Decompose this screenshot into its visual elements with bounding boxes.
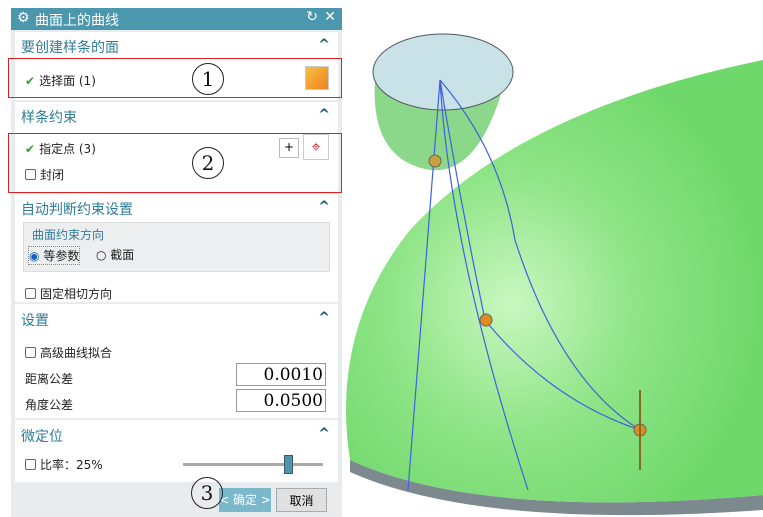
reset-icon[interactable]: ↻ xyxy=(306,9,318,25)
collapse-icon[interactable]: ^ xyxy=(318,107,330,123)
annotation-3: 3 xyxy=(191,477,223,509)
gear-icon[interactable]: ⚙ xyxy=(17,10,30,26)
section-title: 自动判断约束设置 xyxy=(21,202,133,218)
annotation-2: 2 xyxy=(192,147,224,179)
cancel-button[interactable]: 取消 xyxy=(276,488,327,512)
radio-section[interactable]: ○ 截面 xyxy=(96,246,134,263)
fix-tangent-checkbox[interactable]: 固定相切方向 xyxy=(25,285,112,302)
collapse-icon[interactable]: ^ xyxy=(318,37,330,53)
section-settings: 设置 ^ 高级曲线拟合 距离公差 0.0010 角度公差 0.0500 xyxy=(15,304,338,418)
collapse-icon[interactable]: ^ xyxy=(318,426,330,442)
group-title: 曲面约束方向 xyxy=(32,228,105,242)
highlight-box-1 xyxy=(8,58,342,98)
dialog-titlebar: ⚙ 曲面上的曲线 ↻ ✕ xyxy=(11,8,342,30)
constraint-direction-group: 曲面约束方向 ◉ 等参数 ○ 截面 xyxy=(23,222,330,272)
point-marker xyxy=(479,313,493,327)
distance-tolerance-label: 距离公差 xyxy=(25,372,74,386)
section-title: 设置 xyxy=(21,313,49,329)
dialog-title: 曲面上的曲线 xyxy=(35,13,119,29)
ratio-label: 比率：25% xyxy=(40,458,103,472)
3d-viewport[interactable] xyxy=(330,0,763,517)
point-marker xyxy=(428,154,442,168)
fix-tangent-label: 固定相切方向 xyxy=(40,287,113,301)
section-title: 微定位 xyxy=(21,429,63,445)
annotation-1: 1 xyxy=(192,63,224,95)
angle-tolerance-input[interactable]: 0.0500 xyxy=(236,389,326,412)
ok-button[interactable]: < 确定 > xyxy=(219,488,271,512)
section-title: 样条约束 xyxy=(21,110,77,126)
highlight-box-2 xyxy=(8,133,342,193)
radio-section-label: 截面 xyxy=(110,248,135,262)
advanced-fit-label: 高级曲线拟合 xyxy=(40,346,113,360)
advanced-fit-checkbox[interactable]: 高级曲线拟合 xyxy=(25,344,112,361)
ratio-slider[interactable] xyxy=(183,455,323,474)
slider-thumb[interactable] xyxy=(284,455,293,474)
collapse-icon[interactable]: ^ xyxy=(318,310,330,326)
section-title: 要创建样条的面 xyxy=(21,40,119,56)
collapse-icon[interactable]: ^ xyxy=(318,199,330,215)
distance-tolerance-input[interactable]: 0.0010 xyxy=(236,363,326,386)
radio-iso[interactable]: ◉ 等参数 xyxy=(28,246,81,265)
ratio-checkbox[interactable]: 比率：25% xyxy=(25,456,103,473)
radio-iso-label: 等参数 xyxy=(43,249,80,263)
section-micro-position: 微定位 ^ 比率：25% xyxy=(15,420,338,482)
section-auto: 自动判断约束设置 ^ 曲面约束方向 ◉ 等参数 ○ 截面 固定相切方向 xyxy=(15,194,338,302)
angle-tolerance-label: 角度公差 xyxy=(25,398,74,412)
close-icon[interactable]: ✕ xyxy=(324,9,336,25)
